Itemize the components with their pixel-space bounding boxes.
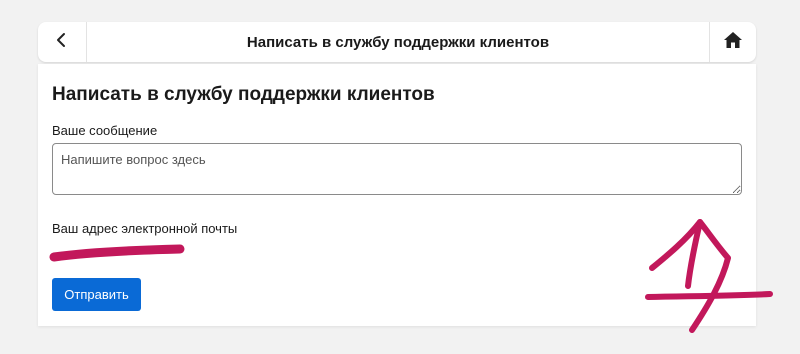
home-button[interactable] xyxy=(709,22,756,62)
message-input[interactable] xyxy=(52,143,742,195)
page-title: Написать в службу поддержки клиентов xyxy=(246,33,550,51)
top-bar: Написать в службу поддержки клиентов xyxy=(38,22,756,62)
support-form-card: Написать в службу поддержки клиентов Ваш… xyxy=(38,64,756,326)
submit-button[interactable]: Отправить xyxy=(52,278,141,311)
form-heading: Написать в службу поддержки клиентов xyxy=(52,84,435,105)
message-label: Ваше сообщение xyxy=(52,123,158,138)
home-icon xyxy=(723,31,743,54)
email-label: Ваш адрес электронной почты xyxy=(52,221,238,236)
back-button[interactable] xyxy=(38,22,87,62)
chevron-left-icon xyxy=(55,32,69,53)
